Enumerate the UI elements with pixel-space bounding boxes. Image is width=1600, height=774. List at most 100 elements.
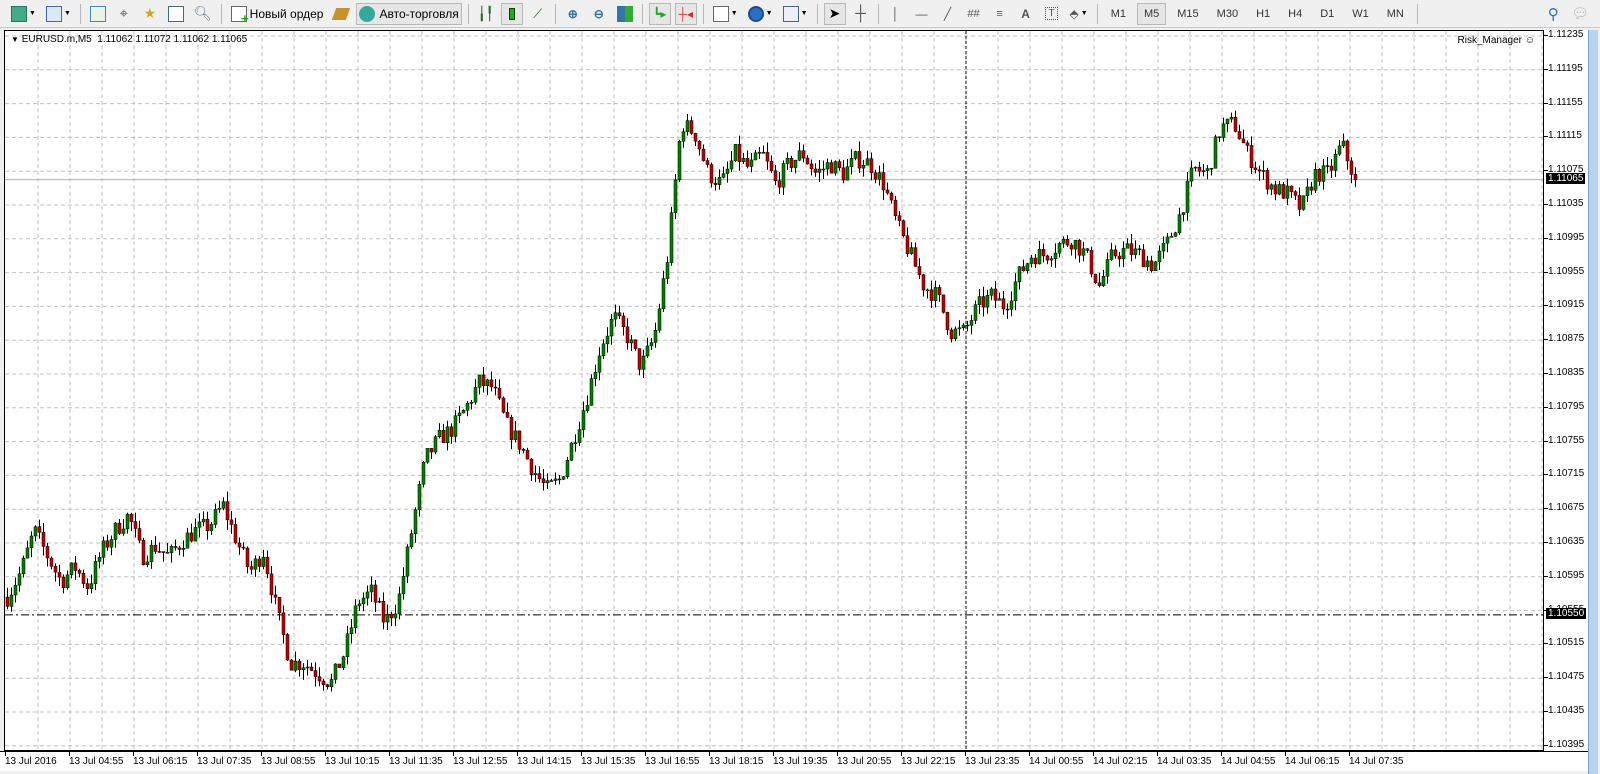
candle bbox=[249, 566, 254, 570]
bar-chart-button[interactable]: ╽╿ bbox=[475, 3, 497, 25]
terminal-button[interactable] bbox=[165, 3, 187, 25]
search-icon: ⚲ bbox=[1547, 5, 1559, 23]
candle bbox=[653, 330, 658, 343]
templates-icon bbox=[782, 5, 799, 22]
candle bbox=[409, 533, 414, 548]
candle bbox=[173, 546, 178, 549]
candle bbox=[917, 266, 922, 275]
zoom-in-button[interactable]: ⊕ bbox=[562, 3, 584, 25]
candle bbox=[641, 355, 646, 370]
candle bbox=[517, 430, 522, 450]
collapse-triangle-icon[interactable]: ▼ bbox=[11, 35, 19, 44]
timeframe-w1[interactable]: W1 bbox=[1345, 3, 1376, 25]
timeframe-m1[interactable]: M1 bbox=[1104, 3, 1133, 25]
timeframe-m5[interactable]: M5 bbox=[1136, 2, 1167, 25]
fibonacci-button[interactable]: ≡ bbox=[989, 3, 1011, 25]
price-label: 1.10595 bbox=[1548, 569, 1585, 581]
candle bbox=[237, 542, 242, 548]
candle bbox=[45, 546, 50, 559]
new-order-button[interactable]: + Новый ордер bbox=[228, 3, 327, 25]
line-chart-icon: ⟋ bbox=[533, 5, 543, 21]
timeframe-h4[interactable]: H4 bbox=[1281, 3, 1309, 25]
candle bbox=[1077, 239, 1082, 256]
candle bbox=[665, 262, 670, 279]
price-label: 1.11195 bbox=[1548, 62, 1583, 74]
line-chart-button[interactable]: ⟋ bbox=[527, 3, 549, 25]
horizontal-line-button[interactable]: — bbox=[911, 3, 933, 25]
chart-shift-button[interactable]: ┗▸ bbox=[648, 2, 671, 25]
metaeditor-book-icon bbox=[332, 7, 351, 20]
metaeditor-button[interactable] bbox=[330, 3, 352, 25]
new-order-icon: + bbox=[230, 5, 249, 25]
separator bbox=[702, 3, 704, 24]
autotrading-button[interactable]: Авто-торговля bbox=[356, 2, 462, 25]
candle bbox=[1105, 259, 1110, 277]
candle bbox=[965, 324, 970, 327]
text-button[interactable]: A bbox=[1015, 3, 1037, 25]
candle bbox=[49, 557, 54, 567]
zoom-out-icon: ⊖ bbox=[593, 6, 604, 21]
price-axis[interactable]: 1.11235 1.11195 1.11155 1.11115 1.11075 1.110… bbox=[1544, 29, 1588, 751]
cursor-button[interactable]: ➤ bbox=[823, 2, 846, 25]
strategy-tester-button[interactable]: 🔍︎ bbox=[191, 3, 215, 25]
market-watch-button[interactable] bbox=[87, 3, 109, 25]
equidistant-channel-button[interactable]: ## bbox=[963, 3, 985, 25]
candle bbox=[417, 484, 422, 510]
candle bbox=[1177, 214, 1182, 234]
autoscroll-button[interactable]: ┼◂ bbox=[674, 2, 697, 25]
separator bbox=[641, 3, 643, 24]
indicators-button[interactable]: ▼ bbox=[710, 3, 741, 25]
candle bbox=[1021, 266, 1026, 271]
candle bbox=[229, 519, 234, 525]
vertical-line-button[interactable]: │ bbox=[885, 3, 907, 25]
candle bbox=[381, 601, 386, 623]
crosshair-button[interactable]: ┼ bbox=[850, 3, 872, 25]
profiles-button[interactable]: ▼ bbox=[43, 3, 74, 25]
candle bbox=[497, 387, 502, 399]
timeframe-h1[interactable]: H1 bbox=[1249, 3, 1277, 25]
price-chart[interactable]: ▼ EURUSD.m,M5 1.11062 1.11072 1.11062 1.… bbox=[4, 30, 1544, 751]
zoom-out-button[interactable]: ⊖ bbox=[588, 3, 610, 25]
candle bbox=[681, 131, 686, 142]
candle bbox=[557, 478, 562, 481]
candle bbox=[205, 518, 210, 532]
timeframe-d1[interactable]: D1 bbox=[1313, 3, 1341, 25]
candle bbox=[337, 663, 342, 668]
candle bbox=[677, 141, 682, 181]
candle bbox=[129, 513, 134, 522]
candle bbox=[81, 573, 86, 584]
candle bbox=[261, 556, 266, 567]
candle bbox=[273, 594, 278, 598]
candle bbox=[553, 478, 558, 481]
candle bbox=[369, 584, 374, 593]
search-button[interactable]: ⚲ bbox=[1542, 3, 1564, 25]
templates-button[interactable]: ▼ bbox=[780, 3, 811, 25]
toolbar: ▼ ▼ ⌖ ★ 🔍︎ + Новый ордер Авто-торговля ╽╿… bbox=[0, 0, 1600, 28]
candle bbox=[297, 660, 302, 671]
timeframe-m30[interactable]: M30 bbox=[1210, 3, 1245, 25]
candle bbox=[1233, 116, 1238, 132]
periods-button[interactable]: ▼ bbox=[745, 3, 776, 25]
text-label-button[interactable]: T bbox=[1041, 3, 1063, 25]
chat-button[interactable]: 💬︎ bbox=[1568, 3, 1592, 25]
timeframe-m15[interactable]: M15 bbox=[1170, 3, 1205, 25]
chart-info: ▼ EURUSD.m,M5 1.11062 1.11072 1.11062 1.… bbox=[11, 34, 247, 45]
candle bbox=[909, 247, 914, 254]
candle bbox=[1213, 136, 1218, 169]
new-chart-button[interactable]: ▼ bbox=[8, 3, 39, 25]
candle bbox=[13, 584, 18, 596]
profiles-icon bbox=[45, 5, 62, 22]
trendline-button[interactable]: ╱ bbox=[937, 3, 959, 25]
arrows-button[interactable]: ⬘ ▼ bbox=[1067, 3, 1091, 25]
time-axis[interactable]: 13 Jul 2016 13 Jul 04:55 13 Jul 06:15 13 Ju… bbox=[0, 751, 1588, 771]
navigator-button[interactable]: ★ bbox=[139, 3, 161, 25]
timeframe-mn[interactable]: MN bbox=[1380, 3, 1411, 25]
candle bbox=[349, 627, 354, 634]
candle bbox=[69, 562, 74, 576]
candle bbox=[377, 601, 382, 603]
data-window-button[interactable]: ⌖ bbox=[113, 3, 135, 25]
candlestick-button[interactable] bbox=[500, 2, 523, 25]
candle bbox=[77, 570, 82, 574]
candle bbox=[933, 287, 938, 301]
tile-windows-button[interactable] bbox=[614, 3, 636, 25]
